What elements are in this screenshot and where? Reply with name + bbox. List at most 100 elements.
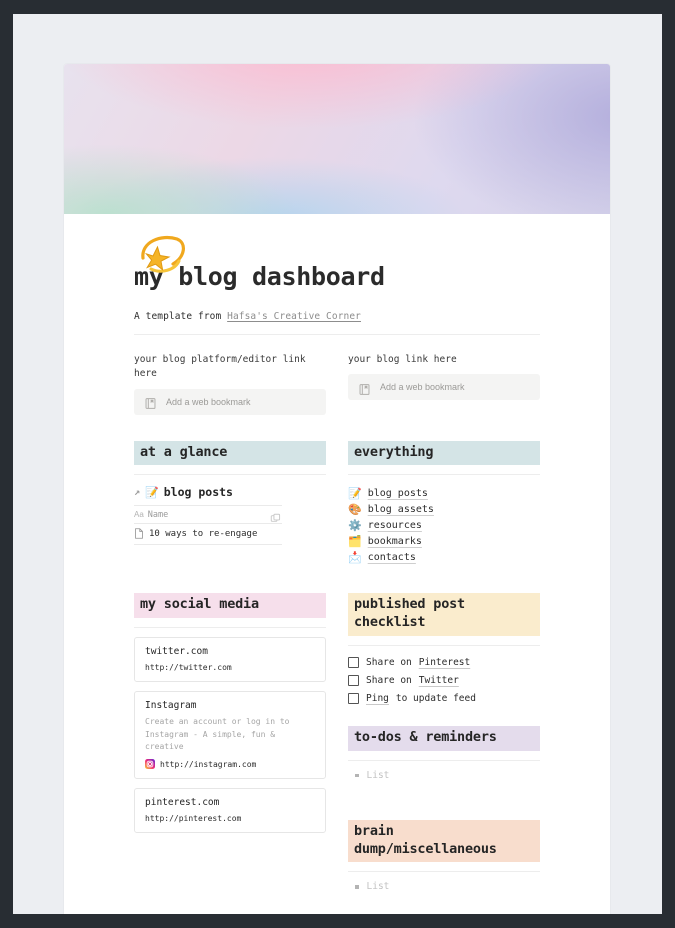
blog-posts-database-link[interactable]: ↗ 📝 blog posts	[134, 485, 326, 499]
section-divider	[134, 474, 326, 476]
list-item[interactable]: 🎨 blog assets	[348, 501, 540, 517]
bookmark-columns: your blog platform/editor link here Add …	[134, 353, 540, 415]
shooting-star-icon[interactable]	[135, 228, 189, 282]
page-body: my blog dashboard A template from Hafsa'…	[64, 236, 610, 914]
lower-columns: my social media twitter.com http://twitt…	[134, 593, 540, 895]
section-divider	[134, 627, 326, 629]
list-item-label: resources	[367, 519, 422, 531]
envelope-icon: 📩	[348, 550, 362, 564]
blog-posts-table: Aa Name 10 ways to re-engage	[134, 505, 282, 546]
todos-heading: to-dos & reminders	[348, 725, 540, 751]
byline-prefix: A template from	[134, 311, 222, 322]
checklist-item[interactable]: Share on Twitter	[348, 672, 540, 690]
duplicate-icon[interactable]	[270, 509, 281, 523]
list-item[interactable]: ⚙️ resources	[348, 517, 540, 533]
column-name-label: Name	[147, 509, 169, 520]
page-icon	[134, 528, 144, 539]
checklist-heading: published post checklist	[348, 593, 540, 636]
list-item-label: blog posts	[367, 487, 428, 499]
bookmark-icon	[144, 395, 157, 409]
bookmark-title: pinterest.com	[145, 797, 220, 809]
checkbox-icon[interactable]	[348, 657, 359, 669]
blog-link-label: your blog link here	[348, 354, 457, 365]
memo-icon: 📝	[145, 485, 159, 499]
todos-list-item[interactable]: List	[348, 767, 540, 784]
bookmark-url-text: http://instagram.com	[160, 759, 257, 769]
list-item[interactable]: 📩 contacts	[348, 549, 540, 565]
checkbox-icon[interactable]	[348, 693, 359, 705]
social-media-heading: my social media	[134, 593, 326, 619]
glance-everything-columns: at a glance ↗ 📝 blog posts Aa Name 10 wa…	[134, 440, 540, 566]
table-row[interactable]: 10 ways to re-engage	[134, 524, 282, 546]
right-column: published post checklist Share on Pinter…	[348, 593, 540, 895]
brain-dump-heading: brain dump/miscellaneous	[348, 819, 540, 863]
add-web-bookmark-right[interactable]: Add a web bookmark	[348, 374, 540, 401]
table-row-title: 10 ways to re-engage	[149, 528, 258, 539]
section-divider	[348, 474, 540, 476]
checklist-items: Share on Pinterest Share on Twitter Ping	[348, 654, 540, 708]
bookmark-title: Instagram	[145, 700, 197, 712]
arrow-up-right-icon: ↗	[134, 486, 141, 498]
header-divider	[134, 334, 540, 335]
bullet-icon	[355, 885, 359, 889]
byline-author-link[interactable]: Hafsa's Creative Corner	[227, 311, 361, 322]
at-a-glance-section: at a glance ↗ 📝 blog posts Aa Name 10 wa…	[134, 440, 326, 566]
bookmark-url: http://twitter.com	[145, 663, 315, 672]
notion-page-card: my blog dashboard A template from Hafsa'…	[64, 64, 610, 914]
table-header-row: Aa Name	[134, 505, 282, 525]
blog-platform-column: your blog platform/editor link here Add …	[134, 353, 326, 415]
list-item[interactable]: 📝 blog posts	[348, 485, 540, 501]
at-a-glance-heading: at a glance	[134, 440, 326, 466]
checklist-item[interactable]: Share on Pinterest	[348, 654, 540, 672]
memo-icon: 📝	[348, 486, 362, 500]
palette-icon: 🎨	[348, 502, 362, 516]
blog-link-column: your blog link here Add a web bookmark	[348, 353, 540, 415]
list-item-label: contacts	[367, 551, 416, 563]
add-bookmark-text-left: Add a web bookmark	[166, 396, 251, 407]
brain-dump-list-placeholder: List	[366, 881, 390, 893]
bookmark-description: Create an account or log in to Instagram…	[145, 717, 290, 751]
checkbox-icon[interactable]	[348, 675, 359, 687]
blog-posts-database-title: blog posts	[163, 485, 233, 500]
page-title[interactable]: my blog dashboard	[134, 262, 540, 291]
checklist-item-link[interactable]: Twitter	[419, 675, 459, 686]
brain-dump-list-item[interactable]: List	[348, 878, 540, 895]
list-item[interactable]: 🗂️ bookmarks	[348, 533, 540, 549]
section-divider	[348, 871, 540, 873]
checklist-item-link[interactable]: Pinterest	[419, 657, 470, 668]
bullet-icon	[355, 773, 359, 777]
checklist-item-prefix: Share on	[366, 657, 412, 669]
section-divider	[348, 759, 540, 761]
checklist-item-suffix: to update feed	[395, 693, 476, 705]
everything-heading: everything	[348, 440, 540, 466]
page-cover-image	[64, 64, 610, 214]
section-divider	[348, 644, 540, 646]
bookmark-title: twitter.com	[145, 646, 208, 658]
social-media-section: my social media twitter.com http://twitt…	[134, 593, 326, 895]
column-name-header[interactable]: Aa Name	[134, 510, 168, 520]
page-byline: A template from Hafsa's Creative Corner	[134, 311, 540, 322]
instagram-icon	[145, 759, 155, 770]
bookmark-url-text: http://pinterest.com	[145, 814, 242, 824]
folder-icon: 🗂️	[348, 534, 362, 548]
checklist-item-prefix: Share on	[366, 675, 412, 687]
add-bookmark-text-right: Add a web bookmark	[380, 382, 465, 393]
todos-list-placeholder: List	[366, 769, 390, 781]
add-web-bookmark-left[interactable]: Add a web bookmark	[134, 388, 326, 415]
browser-frame: my blog dashboard A template from Hafsa'…	[13, 14, 662, 914]
list-item-label: bookmarks	[367, 535, 422, 547]
bookmark-url-text: http://twitter.com	[145, 663, 232, 673]
text-type-icon: Aa	[134, 510, 144, 520]
list-item-label: blog assets	[367, 503, 434, 515]
checklist-item[interactable]: Ping to update feed	[348, 690, 540, 708]
bookmark-card-instagram[interactable]: Instagram Create an account or log in to…	[134, 691, 326, 780]
bookmark-card-twitter[interactable]: twitter.com http://twitter.com	[134, 637, 326, 683]
bookmark-url: http://instagram.com	[145, 759, 315, 770]
checklist-item-link[interactable]: Ping	[366, 693, 389, 704]
bookmark-card-pinterest[interactable]: pinterest.com http://pinterest.com	[134, 788, 326, 834]
gear-icon: ⚙️	[348, 518, 362, 532]
everything-section: everything 📝 blog posts 🎨 blog assets ⚙️…	[348, 440, 540, 566]
